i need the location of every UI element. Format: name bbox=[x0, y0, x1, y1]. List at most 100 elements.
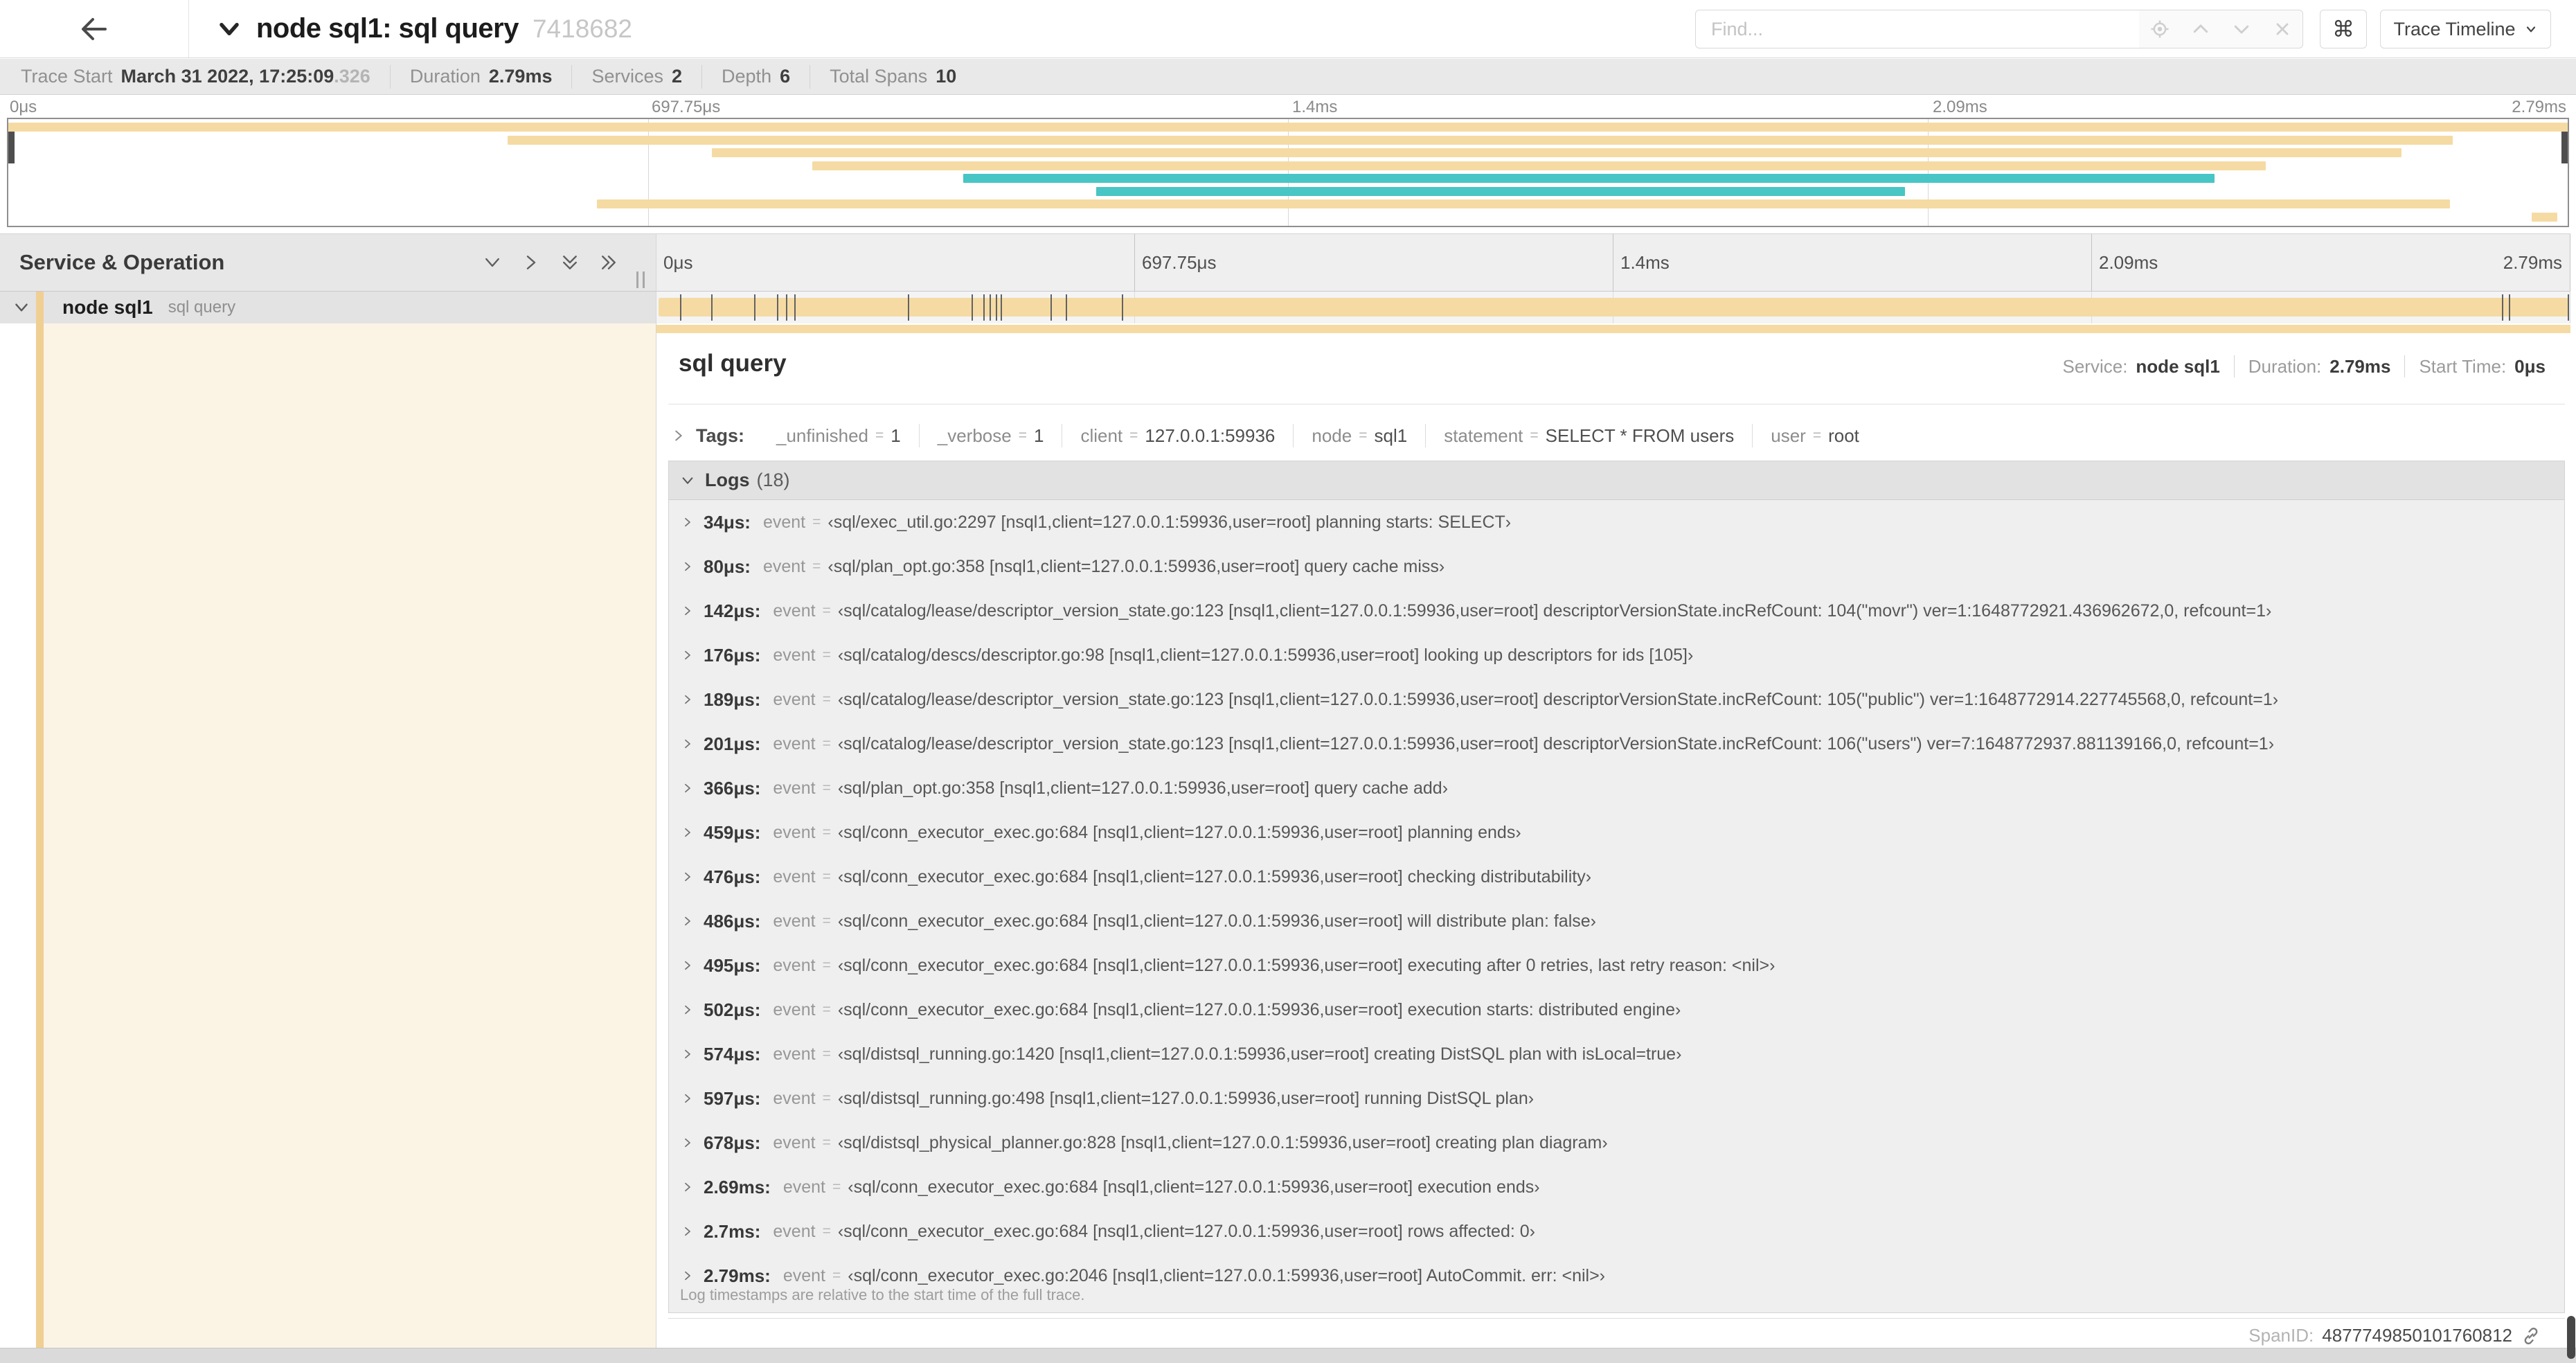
tags-section-toggle[interactable]: Tags: _unfinished = 1 _verbose = 1 client = 127.… bbox=[668, 416, 2565, 455]
log-field-key: event bbox=[773, 866, 816, 887]
log-row[interactable]: 678μs: event = ‹sql/distsql_physical_planne… bbox=[669, 1121, 2564, 1165]
log-row[interactable]: 2.7ms: event = ‹sql/conn_executor_exec.go:6… bbox=[669, 1209, 2564, 1254]
detail-card-border bbox=[668, 1318, 2565, 1319]
log-row[interactable]: 34μs: event = ‹sql/exec_util.go:2297 [nsql1… bbox=[669, 500, 2564, 544]
column-resize-grip[interactable] bbox=[636, 271, 645, 288]
trace-minimap: 0μs 697.75μs 1.4ms 2.09ms 2.79ms bbox=[0, 95, 2576, 229]
log-row[interactable]: 476μs: event = ‹sql/conn_executor_exec.go:6… bbox=[669, 855, 2564, 899]
prev-match-icon[interactable] bbox=[2180, 10, 2221, 48]
next-match-icon[interactable] bbox=[2221, 10, 2262, 48]
log-field-key: event bbox=[773, 955, 816, 975]
summary-value: 10 bbox=[936, 66, 957, 87]
chevron-right-icon bbox=[681, 1004, 694, 1016]
equals-sign: = bbox=[822, 1001, 831, 1017]
log-field-key: event bbox=[773, 1221, 816, 1241]
log-marker-tick bbox=[777, 294, 779, 321]
ruler-tick-label: 0μs bbox=[663, 252, 693, 273]
minimap-right-scrubber[interactable] bbox=[2561, 132, 2568, 163]
log-row[interactable]: 201μs: event = ‹sql/catalog/lease/descripto… bbox=[669, 722, 2564, 766]
tag-item: node = sql1 bbox=[1293, 424, 1425, 447]
log-timestamp: 142μs: bbox=[704, 600, 761, 621]
span-row-label[interactable]: node sql1 sql query bbox=[0, 292, 656, 323]
chevron-right-icon bbox=[681, 693, 694, 706]
ruler-tick-label: 1.4ms bbox=[1620, 252, 1670, 273]
log-field-value: ‹sql/catalog/lease/descriptor_version_st… bbox=[837, 600, 2272, 621]
trace-view-label: Trace Timeline bbox=[2393, 18, 2516, 39]
span-id-row: SpanID: 4877749850101760812 bbox=[2248, 1325, 2541, 1346]
collapse-controls bbox=[482, 234, 619, 291]
log-row[interactable]: 495μs: event = ‹sql/conn_executor_exec.go:6… bbox=[669, 943, 2564, 988]
expand-one-icon[interactable] bbox=[521, 252, 542, 273]
log-timestamp: 2.69ms: bbox=[704, 1176, 771, 1197]
log-marker-tick bbox=[679, 294, 681, 321]
log-timestamp: 678μs: bbox=[704, 1132, 761, 1153]
collapse-one-icon[interactable] bbox=[482, 252, 503, 273]
tag-key: _unfinished bbox=[776, 425, 869, 446]
log-row[interactable]: 80μs: event = ‹sql/plan_opt.go:358 [nsql1,c… bbox=[669, 544, 2564, 589]
expand-all-icon[interactable] bbox=[598, 252, 619, 273]
log-field-key: event bbox=[773, 689, 816, 709]
log-row[interactable]: 502μs: event = ‹sql/conn_executor_exec.go:6… bbox=[669, 988, 2564, 1032]
back-button[interactable] bbox=[0, 0, 189, 57]
row-collapse-chevron-icon[interactable] bbox=[12, 299, 30, 317]
log-field-key: event bbox=[773, 778, 816, 798]
log-row[interactable]: 366μs: event = ‹sql/plan_opt.go:358 [nsql1,… bbox=[669, 766, 2564, 810]
chevron-right-icon bbox=[681, 516, 694, 528]
log-row[interactable]: 176μs: event = ‹sql/catalog/descs/descripto… bbox=[669, 633, 2564, 677]
equals-sign: = bbox=[822, 957, 831, 973]
chevron-right-icon bbox=[681, 782, 694, 794]
summary-item: Duration 2.79ms bbox=[389, 64, 572, 89]
collapse-trace-chevron-icon[interactable] bbox=[216, 16, 242, 42]
log-row[interactable]: 459μs: event = ‹sql/conn_executor_exec.go:6… bbox=[669, 810, 2564, 855]
equals-sign: = bbox=[822, 868, 831, 884]
log-field-value: ‹sql/catalog/descs/descriptor.go:98 [nsq… bbox=[837, 645, 1694, 665]
tag-key: node bbox=[1312, 425, 1352, 446]
log-marker-tick bbox=[990, 294, 992, 321]
logs-section-toggle[interactable]: Logs (18) bbox=[669, 461, 2564, 500]
log-row[interactable]: 597μs: event = ‹sql/distsql_running.go:498 … bbox=[669, 1076, 2564, 1121]
keyboard-shortcuts-button[interactable]: ⌘ bbox=[2320, 10, 2367, 48]
tag-item: client = 127.0.0.1:59936 bbox=[1062, 424, 1293, 447]
chevron-right-icon bbox=[681, 1181, 694, 1193]
timeline-ruler: 0μs 697.75μs 1.4ms 2.09ms 2.79ms bbox=[656, 233, 2570, 292]
log-row[interactable]: 486μs: event = ‹sql/conn_executor_exec.go:6… bbox=[669, 899, 2564, 943]
focus-match-icon[interactable] bbox=[2139, 10, 2180, 48]
minimap-span-bar bbox=[963, 174, 2215, 183]
equals-sign: = bbox=[812, 558, 821, 574]
summary-value-suffix: .326 bbox=[334, 66, 370, 87]
log-marker-tick bbox=[786, 294, 788, 321]
chevron-right-icon bbox=[681, 560, 694, 573]
tag-value: SELECT * FROM users bbox=[1545, 425, 1735, 446]
chevron-right-icon bbox=[681, 1270, 694, 1282]
tag-key: _verbose bbox=[937, 425, 1012, 446]
minimap-tick-label: 0μs bbox=[10, 98, 37, 116]
deep-link-icon[interactable] bbox=[2521, 1326, 2541, 1346]
minimap-left-scrubber[interactable] bbox=[8, 132, 15, 163]
trace-view-selector[interactable]: Trace Timeline bbox=[2380, 10, 2551, 48]
log-row[interactable]: 2.69ms: event = ‹sql/conn_executor_exec.go:… bbox=[669, 1165, 2564, 1209]
span-duration-bar[interactable] bbox=[659, 298, 2568, 317]
clear-find-icon[interactable] bbox=[2262, 10, 2302, 48]
find-input[interactable] bbox=[1695, 10, 2140, 48]
equals-sign: = bbox=[1812, 427, 1822, 443]
meta-label: Start Time: bbox=[2419, 355, 2507, 377]
log-timestamp: 176μs: bbox=[704, 644, 761, 666]
collapse-all-icon[interactable] bbox=[560, 252, 580, 273]
log-field-value: ‹sql/plan_opt.go:358 [nsql1,client=127.0… bbox=[828, 556, 1445, 576]
span-id-value: 4877749850101760812 bbox=[2322, 1325, 2512, 1346]
command-icon: ⌘ bbox=[2332, 17, 2354, 42]
logs-count: (18) bbox=[756, 470, 790, 490]
logs-footnote: Log timestamps are relative to the start… bbox=[680, 1286, 1085, 1303]
log-marker-tick bbox=[1001, 294, 1003, 321]
minimap-canvas[interactable] bbox=[7, 118, 2569, 227]
log-row[interactable]: 189μs: event = ‹sql/catalog/lease/descripto… bbox=[669, 677, 2564, 722]
log-timestamp: 201μs: bbox=[704, 733, 761, 754]
log-field-value: ‹sql/conn_executor_exec.go:2046 [nsql1,c… bbox=[848, 1265, 1606, 1285]
minimap-span-bar bbox=[8, 123, 2568, 132]
tag-item: _verbose = 1 bbox=[918, 424, 1062, 447]
log-row[interactable]: 574μs: event = ‹sql/distsql_running.go:1420… bbox=[669, 1032, 2564, 1076]
log-marker-tick bbox=[1066, 294, 1068, 321]
vertical-scrollbar-thumb[interactable] bbox=[2567, 1316, 2575, 1359]
log-row[interactable]: 142μs: event = ‹sql/catalog/lease/descripto… bbox=[669, 589, 2564, 633]
tag-value: 1 bbox=[1033, 425, 1044, 446]
